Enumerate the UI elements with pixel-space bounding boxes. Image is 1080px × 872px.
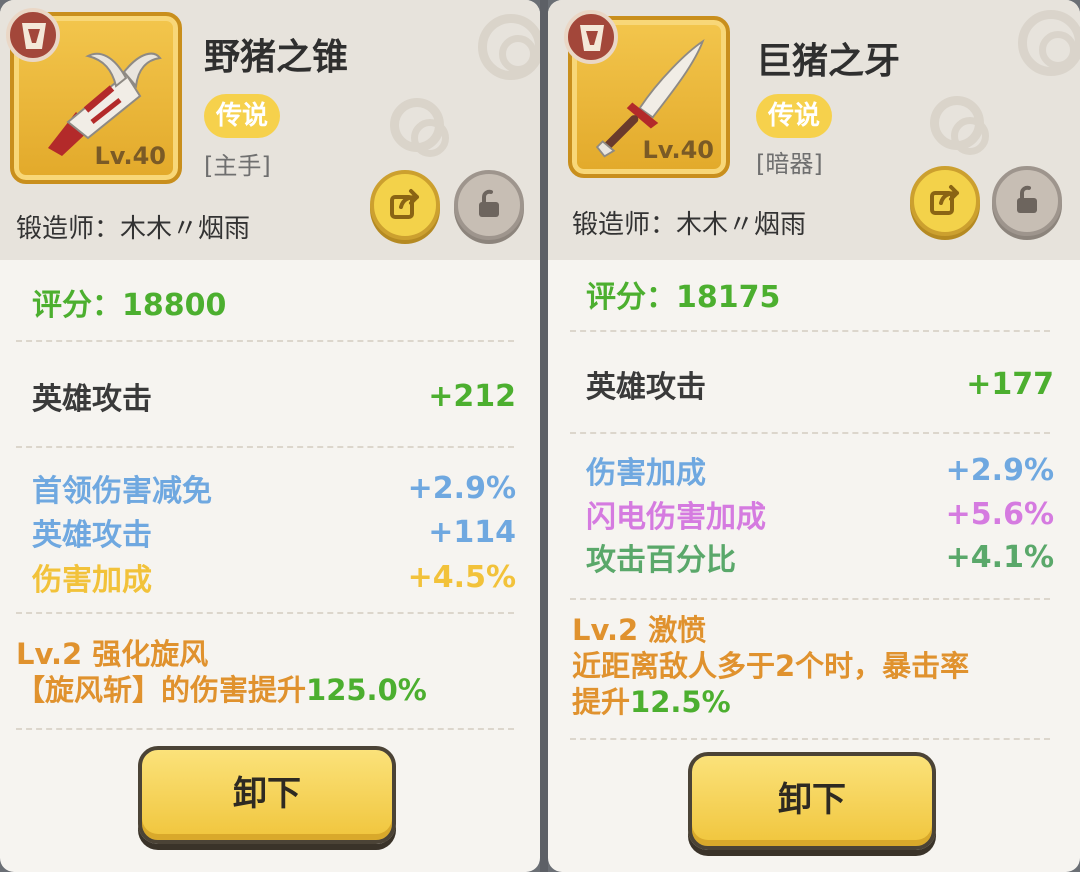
sub-stat-row: 伤害加成 +4.5% [32, 555, 516, 599]
equipment-card-left: Lv.40 野猪之锥 传说 [主手] 锻造师：木木〃烟雨 评分：18800 英雄… [0, 0, 540, 872]
sub-stat-name: 英雄攻击 [32, 518, 152, 553]
item-name: 巨猪之牙 [756, 41, 901, 82]
skill-title: Lv.2 激愤 [572, 613, 707, 647]
lock-toggle-button[interactable] [454, 170, 524, 240]
sub-stat-value: +2.9% [945, 452, 1054, 488]
sub-stat-name: 首领伤害减免 [32, 474, 212, 509]
skill-title: Lv.2 强化旋风 [16, 637, 209, 671]
main-stat-row: 英雄攻击 +212 [32, 374, 516, 418]
lock-toggle-button[interactable] [992, 166, 1062, 236]
item-slot: [暗器] [756, 150, 823, 178]
score-label: 评分： [586, 280, 676, 315]
rank-emblem-icon [6, 8, 60, 62]
sub-stat-row: 闪电伤害加成 +5.6% [586, 492, 1054, 536]
main-stat-value: +212 [428, 378, 516, 414]
divider [570, 432, 1050, 434]
swirl-decoration [478, 14, 540, 80]
sub-stat-value: +2.9% [407, 470, 516, 506]
equipment-card-right: Lv.40 巨猪之牙 传说 [暗器] 锻造师：木木〃烟雨 评分：18175 英雄… [548, 0, 1080, 872]
skill-text: 【旋风斩】的伤害提升 [16, 673, 307, 707]
swirl-decoration [390, 98, 449, 157]
sub-stat-row: 首领伤害减免 +2.9% [32, 466, 516, 510]
swirl-decoration [930, 96, 989, 155]
item-slot: [主手] [204, 152, 271, 180]
score-value: 18175 [676, 280, 781, 315]
divider [570, 330, 1050, 332]
item-level: Lv.40 [94, 142, 167, 170]
score-value: 18800 [122, 288, 227, 323]
unequip-button[interactable]: 卸下 [138, 746, 396, 844]
main-stat-name: 英雄攻击 [32, 382, 152, 417]
item-name: 野猪之锥 [204, 37, 349, 78]
smith-label: 锻造师： [16, 214, 121, 244]
score: 评分：18175 [586, 272, 780, 316]
rank-emblem-icon [564, 10, 618, 64]
sub-stat-value: +114 [428, 514, 516, 550]
divider [16, 446, 514, 448]
sub-stat-row: 攻击百分比 +4.1% [586, 535, 1054, 579]
unequip-button[interactable]: 卸下 [688, 752, 936, 850]
skill-value: 125.0% [306, 673, 427, 707]
share-icon [390, 189, 419, 219]
divider [16, 612, 514, 614]
share-button[interactable] [910, 166, 980, 236]
sub-stat-name: 伤害加成 [32, 563, 152, 598]
sub-stat-name: 伤害加成 [586, 456, 706, 491]
skill-text: 提升 [572, 685, 631, 719]
rarity-tag: 传说 [204, 94, 281, 138]
divider [570, 738, 1050, 740]
score-label: 评分： [32, 288, 122, 323]
skill-value: 12.5% [630, 685, 731, 719]
unlock-icon [479, 189, 499, 217]
share-button[interactable] [370, 170, 440, 240]
unlock-icon [1017, 185, 1037, 213]
card-separator [540, 0, 548, 872]
share-icon [930, 185, 959, 215]
swirl-decoration [1018, 10, 1080, 76]
sub-stat-name: 闪电伤害加成 [586, 500, 766, 535]
sub-stat-row: 伤害加成 +2.9% [586, 448, 1054, 492]
skill-text: 近距离敌人多于2个时，暴击率 [572, 649, 970, 683]
smith-name: 木木〃烟雨 [120, 214, 251, 244]
main-stat-name: 英雄攻击 [586, 370, 706, 405]
smith-info: 锻造师：木木〃烟雨 [572, 204, 806, 241]
divider [16, 340, 514, 342]
sub-stat-value: +4.5% [407, 559, 516, 595]
divider [16, 728, 514, 730]
item-level: Lv.40 [642, 136, 715, 164]
sub-stat-value: +5.6% [945, 496, 1054, 532]
skill-description: Lv.2 强化旋风 【旋风斩】的伤害提升125.0% [16, 636, 427, 708]
sub-stat-row: 英雄攻击 +114 [32, 510, 516, 554]
score: 评分：18800 [32, 280, 226, 324]
skill-description: Lv.2 激愤 近距离敌人多于2个时，暴击率 提升12.5% [572, 612, 969, 720]
smith-label: 锻造师： [572, 210, 677, 240]
smith-name: 木木〃烟雨 [676, 210, 807, 240]
rarity-tag: 传说 [756, 94, 833, 138]
sub-stat-name: 攻击百分比 [586, 543, 736, 578]
divider [570, 598, 1050, 600]
main-stat-value: +177 [966, 366, 1054, 402]
sub-stat-value: +4.1% [945, 539, 1054, 575]
smith-info: 锻造师：木木〃烟雨 [16, 208, 250, 245]
main-stat-row: 英雄攻击 +177 [586, 362, 1054, 406]
